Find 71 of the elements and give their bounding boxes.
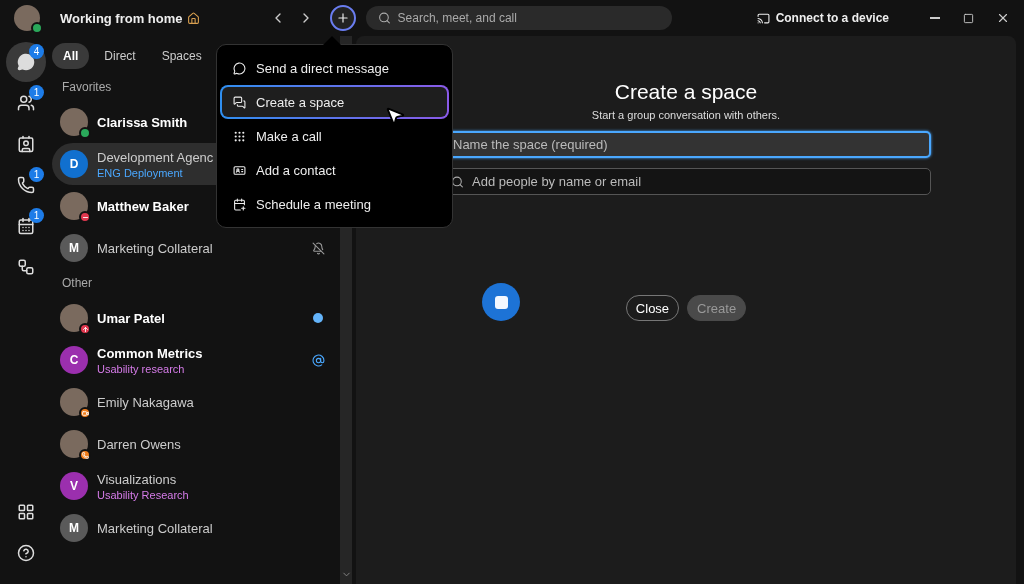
- section-header: Other: [62, 276, 92, 290]
- conversation-item[interactable]: C Common Metrics Usability research: [52, 339, 340, 381]
- calendar-icon: [17, 217, 35, 235]
- search-field[interactable]: Search, meet, and call: [365, 6, 672, 30]
- conversation-name: Development Agenc: [97, 149, 214, 165]
- conversation-subtitle: Usability research: [97, 362, 185, 375]
- avatar: C: [60, 346, 88, 374]
- dialpad-icon: [233, 129, 246, 143]
- id-card-icon: [233, 163, 246, 177]
- conversation-name: Visualizations: [97, 471, 177, 487]
- messaging-button[interactable]: 4: [6, 42, 46, 82]
- house-icon: [186, 11, 200, 25]
- dialog-subtitle: Start a group conversation with others.: [591, 109, 781, 121]
- conversation-item[interactable]: M Marketing Collateral: [52, 507, 340, 549]
- minimize-icon: [930, 17, 940, 19]
- filter-tab[interactable]: All: [52, 43, 90, 69]
- dialog-title: Create a space: [614, 80, 758, 104]
- chat-bubble-icon: [17, 53, 35, 71]
- maximize-icon: [963, 12, 974, 24]
- new-button[interactable]: [329, 5, 356, 31]
- workflow-icon: [17, 258, 35, 276]
- conversation-name: Matthew Baker: [97, 198, 189, 214]
- conversation-name: Common Metrics: [97, 345, 203, 361]
- count-badge: 4: [29, 44, 44, 59]
- conversation-item[interactable]: V Visualizations Usability Research: [52, 465, 340, 507]
- avatar: D: [60, 150, 88, 178]
- teams-button[interactable]: 1: [6, 83, 46, 123]
- calendar-plus-icon: [233, 197, 246, 211]
- phone-icon: [17, 176, 35, 194]
- connect-device-button[interactable]: Connect to a device: [750, 10, 895, 26]
- conversation-item[interactable]: Emily Nakagawa: [52, 381, 340, 423]
- conversation-name: Emily Nakagawa: [97, 394, 194, 410]
- screen-cast-icon: [756, 11, 770, 25]
- conversation-subtitle: Usability Research: [97, 488, 189, 501]
- help-icon: [17, 544, 35, 562]
- status-text[interactable]: Working from home: [60, 10, 183, 26]
- avatar: V: [60, 472, 88, 500]
- conversation-item[interactable]: M Marketing Collateral: [52, 227, 340, 269]
- maximize-button[interactable]: [963, 11, 974, 25]
- conversation-name: Clarissa Smith: [97, 114, 188, 130]
- filter-tab[interactable]: Spaces: [150, 43, 213, 69]
- menu-item[interactable]: Create a space: [220, 85, 449, 119]
- conversation-name: Marketing Collateral: [97, 520, 213, 536]
- contact-card-icon: [17, 135, 35, 153]
- calling-button[interactable]: 1: [6, 165, 46, 205]
- people-icon: [17, 94, 35, 112]
- close-button[interactable]: [996, 11, 1010, 25]
- filter-tab[interactable]: Direct: [93, 43, 147, 69]
- close-icon: [996, 11, 1010, 25]
- avatar: M: [60, 234, 88, 262]
- conversation-item[interactable]: Darren Owens: [52, 423, 340, 465]
- search-icon: [377, 11, 391, 25]
- conversation-item[interactable]: Umar Patel: [52, 297, 340, 339]
- conversation-name: Darren Owens: [97, 436, 181, 452]
- section-header: Favorites: [62, 80, 112, 94]
- conversation-name: Marketing Collateral: [97, 240, 213, 256]
- count-badge: 1: [29, 167, 44, 182]
- avatar: M: [60, 514, 88, 542]
- conversation-subtitle: ENG Deployment: [97, 166, 183, 179]
- meetings-button[interactable]: 1: [6, 206, 46, 246]
- conversation-name: Umar Patel: [97, 310, 165, 326]
- profile-photo-placeholder[interactable]: [14, 5, 40, 31]
- chat-bubbles-icon: [233, 95, 246, 109]
- plus-icon: [335, 11, 350, 25]
- count-badge: 1: [29, 85, 44, 100]
- chat-bubble-icon: [233, 61, 246, 75]
- stop-button[interactable]: [482, 283, 520, 321]
- presence-status-icon: [31, 22, 43, 34]
- count-badge: 1: [29, 208, 44, 223]
- apps-grid-icon: [17, 503, 35, 521]
- search-icon: [451, 175, 464, 188]
